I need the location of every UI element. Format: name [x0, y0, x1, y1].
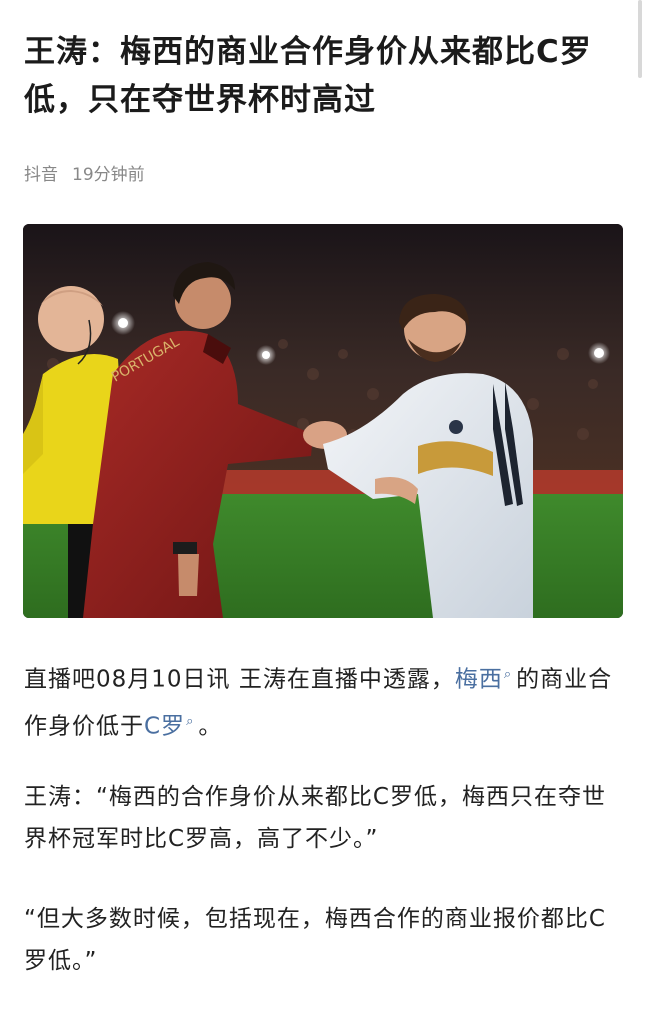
- search-mark-icon[interactable]: ⌕: [504, 667, 512, 682]
- search-mark-icon[interactable]: ⌕: [186, 714, 194, 729]
- paragraph-intro: 直播吧08月10日讯 王涛在直播中透露，梅西⌕ 的商业合作身价低于C罗⌕。: [24, 654, 624, 747]
- article-meta: 抖音 19分钟前: [24, 163, 145, 187]
- scrollbar[interactable]: [638, 0, 642, 78]
- handshake-photo-illustration: PORTUGAL: [23, 224, 623, 618]
- paragraph-quote-1: 王涛：“梅西的合作身价从来都比C罗低，梅西只在夺世界杯冠军时比C罗高，高了不少。…: [24, 784, 606, 852]
- messi-link[interactable]: 梅西: [455, 667, 503, 693]
- intro-text: 直播吧08月10日讯 王涛在直播中透露，: [24, 666, 455, 693]
- publish-time: 19分钟前: [72, 165, 145, 185]
- article-title: 王涛：梅西的商业合作身价从来都比C罗低，只在夺世界杯时高过: [24, 34, 592, 118]
- source-label[interactable]: 抖音: [24, 163, 58, 187]
- hero-photo[interactable]: PORTUGAL: [23, 224, 623, 618]
- intro-end-text: 。: [198, 713, 223, 740]
- cristiano-link[interactable]: C罗: [144, 713, 185, 739]
- paragraph-quote-2: “但大多数时候，包括现在，梅西合作的商业报价都比C罗低。”: [24, 906, 606, 974]
